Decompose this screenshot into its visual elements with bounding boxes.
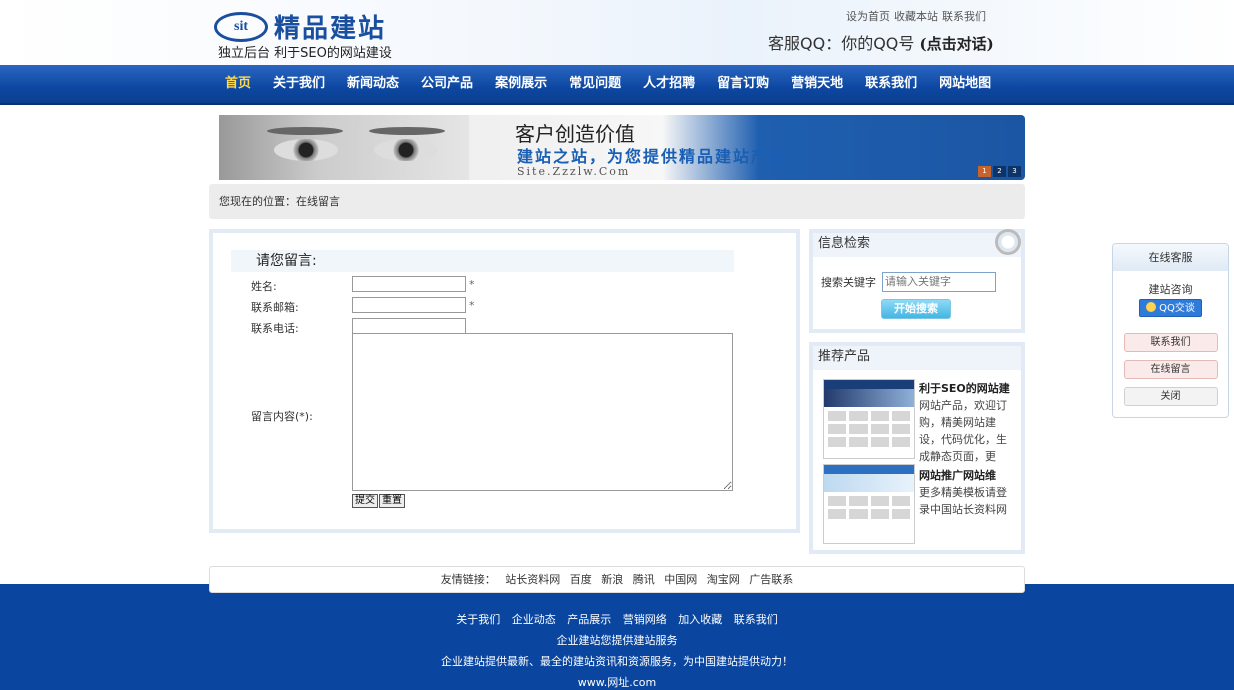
qq-penguin-icon — [1146, 302, 1157, 312]
nav-news[interactable]: 新闻动态 — [336, 65, 410, 103]
submit-button[interactable]: 提交 — [352, 494, 378, 508]
content-textarea[interactable] — [352, 333, 733, 491]
product-thumb-1[interactable] — [823, 379, 915, 459]
phone-field[interactable] — [352, 318, 466, 334]
search-row: 搜索关键字 — [821, 272, 996, 292]
brow-right — [369, 127, 445, 135]
set-homepage-link[interactable]: 设为首页 — [846, 8, 890, 24]
friend-link[interactable]: 淘宝网 — [707, 573, 740, 586]
product-title-1[interactable]: 利于SEO的网站建 — [919, 380, 1015, 396]
banner-face-image — [219, 115, 469, 180]
bookmark-link[interactable]: 收藏本站 — [894, 8, 938, 24]
email-required-mark: * — [469, 299, 475, 312]
footer-link-bookmark[interactable]: 加入收藏 — [678, 613, 722, 626]
search-panel: 信息检索 搜索关键字 开始搜索 — [809, 229, 1025, 333]
qq-chat-button[interactable]: QQ交谈 — [1139, 299, 1202, 317]
logo-mark: sit — [214, 11, 268, 42]
nav-products[interactable]: 公司产品 — [410, 65, 484, 103]
magnifier-icon — [995, 229, 1021, 255]
product-desc-2: 更多精美模板请登录中国站长资料网 — [919, 486, 1007, 516]
footer-line-2: 企业建站提供最新、最全的建站资讯和资源服务，为中国建站提供动力！ — [441, 655, 793, 668]
products-title: 推荐产品 — [813, 346, 1021, 370]
footer-link-news[interactable]: 企业动态 — [512, 613, 556, 626]
search-label: 搜索关键字 — [821, 276, 876, 289]
qq-chat-label: QQ交谈 — [1159, 303, 1195, 314]
banner-page-1[interactable]: 1 — [978, 166, 991, 177]
form-title: 请您留言: — [231, 250, 734, 272]
banner-page-3[interactable]: 3 — [1008, 166, 1021, 177]
nav-contact[interactable]: 联系我们 — [854, 65, 928, 103]
breadcrumb: 您现在的位置：在线留言 — [209, 184, 1025, 219]
nav-marketing[interactable]: 营销天地 — [780, 65, 854, 103]
main-nav: 首页 关于我们 新闻动态 公司产品 案例展示 常见问题 人才招聘 留言订购 营销… — [0, 65, 1234, 105]
brow-left — [267, 127, 343, 135]
eye-right — [374, 139, 438, 161]
friend-link[interactable]: 新浪 — [601, 573, 623, 586]
friend-link[interactable]: 广告联系 — [749, 573, 793, 586]
products-panel: 推荐产品 利于SEO的网站建 网站产品，欢迎订购，精美网站建设，代码优化，生成静… — [809, 342, 1025, 554]
nav-sitemap[interactable]: 网站地图 — [928, 65, 1002, 103]
service-contact-button[interactable]: 联系我们 — [1123, 333, 1218, 352]
banner-url: Site.Zzzlw.Com — [517, 165, 631, 178]
service-message-button[interactable]: 在线留言 — [1123, 360, 1218, 379]
banner[interactable]: 客户创造价值 建站之站，为您提供精品建站产品 Site.Zzzlw.Com 1 … — [219, 115, 1025, 180]
service-close-button[interactable]: 关闭 — [1123, 387, 1218, 406]
banner-page-2[interactable]: 2 — [993, 166, 1006, 177]
nav-jobs[interactable]: 人才招聘 — [632, 65, 706, 103]
site-footer: 关于我们 企业动态 产品展示 营销网络 加入收藏 联系我们 企业建站您提供建站服… — [0, 584, 1234, 690]
kefu-qq: 客服QQ：你的QQ号 (点击对话) — [768, 30, 994, 54]
name-required-mark: * — [469, 278, 475, 291]
friend-link[interactable]: 百度 — [570, 573, 592, 586]
footer-link-about[interactable]: 关于我们 — [456, 613, 500, 626]
content-label: 留言内容(*): — [251, 410, 313, 423]
reset-button[interactable]: 重置 — [379, 494, 405, 508]
site-header: sit 精品建站 独立后台 利于SEO的网站建设 设为首页 收藏本站 联系我们 … — [0, 0, 1234, 65]
footer-line-1: 企业建站您提供建站服务 — [556, 634, 678, 647]
service-title: 在线客服 — [1113, 244, 1228, 271]
message-form: 请您留言: 姓名: * 联系邮箱: * 联系电话: 留言内容(*): 提交 重置 — [209, 229, 800, 533]
name-label: 姓名: — [251, 280, 277, 293]
phone-label: 联系电话: — [251, 322, 299, 335]
logo-name: 精品建站 — [274, 14, 387, 44]
nav-order[interactable]: 留言订购 — [706, 65, 780, 103]
footer-link-products[interactable]: 产品展示 — [567, 613, 611, 626]
top-links: 设为首页 收藏本站 联系我们 — [846, 8, 986, 24]
friend-links: 友情链接： 站长资料网 百度 新浪 腾讯 中国网 淘宝网 广告联系 — [209, 566, 1025, 593]
name-field[interactable] — [352, 276, 466, 292]
email-label: 联系邮箱: — [251, 301, 299, 314]
email-field[interactable] — [352, 297, 466, 313]
footer-link-network[interactable]: 营销网络 — [623, 613, 667, 626]
friend-link[interactable]: 中国网 — [664, 573, 697, 586]
footer-line-3: www.网址.com — [577, 676, 657, 689]
online-service-widget: 在线客服 建站咨询 QQ交谈 联系我们 在线留言 关闭 — [1112, 243, 1229, 418]
footer-nav: 关于我们 企业动态 产品展示 营销网络 加入收藏 联系我们 — [0, 611, 1234, 627]
search-input[interactable] — [882, 272, 996, 292]
service-sub: 建站咨询 — [1148, 283, 1193, 296]
slogan: 独立后台 利于SEO的网站建设 — [218, 46, 392, 61]
search-title: 信息检索 — [813, 233, 1021, 257]
nav-faq[interactable]: 常见问题 — [558, 65, 632, 103]
friend-links-label: 友情链接： — [440, 573, 496, 586]
nav-cases[interactable]: 案例展示 — [484, 65, 558, 103]
product-title-2[interactable]: 网站推广网站维 — [919, 467, 1015, 483]
nav-home[interactable]: 首页 — [214, 65, 262, 103]
product-thumb-2[interactable] — [823, 464, 915, 544]
product-desc-1: 网站产品，欢迎订购，精美网站建设，代码优化，生成静态页面，更 — [919, 399, 1007, 463]
footer-link-contact[interactable]: 联系我们 — [734, 613, 778, 626]
contact-link[interactable]: 联系我们 — [942, 8, 986, 24]
kefu-chat-link[interactable]: (点击对话) — [919, 35, 993, 53]
kefu-label: 客服QQ：你的QQ号 — [768, 34, 915, 53]
logo[interactable]: sit 精品建站 — [214, 8, 386, 45]
eye-left — [274, 139, 338, 161]
search-button[interactable]: 开始搜索 — [881, 299, 951, 319]
banner-pager: 1 2 3 — [978, 166, 1021, 177]
nav-about[interactable]: 关于我们 — [262, 65, 336, 103]
friend-link[interactable]: 腾讯 — [633, 573, 655, 586]
banner-subline: 建站之站，为您提供精品建站产品 — [517, 147, 788, 166]
friend-link[interactable]: 站长资料网 — [505, 573, 560, 586]
